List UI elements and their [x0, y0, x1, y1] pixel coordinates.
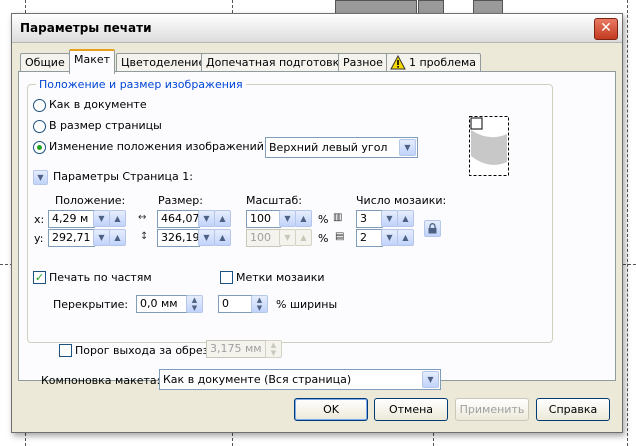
horizontal-scale-icon: ▥ — [333, 212, 343, 223]
layout-select-value: Как в документе (Вся страница) — [163, 373, 352, 386]
bleed-spinner[interactable]: ▲ ▼ — [265, 340, 282, 358]
spin-up-button[interactable]: ▲ — [295, 229, 312, 246]
close-icon: ✕ — [600, 20, 612, 36]
height-icon: ↕ — [140, 231, 149, 242]
radio-fit-page-label: В размер страницы — [49, 119, 162, 132]
overlap-spinner[interactable]: ▲ ▼ — [186, 295, 203, 313]
percent-label: % — [318, 213, 329, 226]
spin-up-button[interactable]: ▲ — [109, 210, 126, 227]
close-button[interactable]: ✕ — [594, 18, 618, 40]
overlap-label: Перекрытие: — [53, 298, 129, 311]
expand-toggle[interactable]: ▼ — [33, 170, 48, 185]
reposition-select[interactable]: Верхний левый угол ▼ — [265, 137, 418, 158]
position-x-input[interactable]: 4,29 м — [48, 210, 95, 228]
tile-marks-checkbox[interactable] — [220, 271, 233, 284]
spin-down-button[interactable]: ▼ — [93, 229, 110, 246]
height-input[interactable]: 326,19 — [157, 229, 200, 247]
spin-down-button[interactable]: ▼ — [381, 229, 398, 246]
overlap-input[interactable]: 0,0 мм — [136, 295, 188, 313]
print-options-dialog: Параметры печати ✕ Общие Макет Цветоделе… — [11, 13, 623, 433]
lock-icon — [428, 223, 437, 234]
tile-marks-label: Метки мозаики — [236, 271, 325, 284]
width-input[interactable]: 464,07 — [157, 210, 200, 228]
radio-fit-page[interactable] — [33, 120, 46, 133]
group-title: Положение и размер изображения — [36, 78, 246, 91]
cancel-button[interactable]: Отмена — [374, 398, 448, 421]
col-tiles-label: Число мозаики: — [356, 194, 447, 207]
tab-prepress[interactable]: Допечатная подготовка — [201, 53, 352, 72]
vertical-scale-icon: ▤ — [335, 231, 345, 242]
dialog-title: Параметры печати — [20, 21, 152, 35]
spin-up-button[interactable]: ▲ — [397, 210, 414, 227]
layout-select[interactable]: Как в документе (Вся страница) ▼ — [159, 369, 441, 390]
spin-up-button[interactable]: ▲ — [214, 210, 231, 227]
tab-general[interactable]: Общие — [20, 53, 70, 72]
warning-icon — [390, 55, 406, 70]
spin-up-button[interactable]: ▲ — [214, 229, 231, 246]
radio-as-document-label: Как в документе — [49, 98, 147, 111]
page-params-label: Параметры Страница 1: — [53, 170, 193, 183]
spin-down-button[interactable]: ▼ — [381, 210, 398, 227]
col-size-label: Размер: — [158, 194, 203, 207]
tab-issues[interactable]: 1 проблема — [386, 53, 482, 72]
bleed-checkbox[interactable] — [59, 344, 72, 357]
chevron-down-icon[interactable]: ▼ — [399, 139, 416, 156]
radio-reposition[interactable] — [33, 141, 46, 154]
tab-issues-label: 1 проблема — [409, 56, 477, 69]
layout-label: Компоновка макета: — [41, 374, 161, 387]
x-label: x: — [34, 213, 45, 226]
spin-down-button[interactable]: ▼ — [93, 210, 110, 227]
spin-up-button[interactable]: ▲ — [397, 229, 414, 246]
spin-up-button[interactable]: ▲ — [109, 229, 126, 246]
scale-y-input[interactable]: 100 — [246, 229, 281, 247]
spin-down-button[interactable]: ▼ — [279, 229, 296, 246]
col-scale-label: Масштаб: — [246, 194, 302, 207]
width-icon: ↔ — [138, 212, 147, 223]
spin-down-button[interactable]: ▼ — [198, 210, 215, 227]
print-tiles-checkbox[interactable]: ✓ — [33, 271, 46, 284]
y-label: y: — [34, 232, 44, 245]
title-bar[interactable]: Параметры печати ✕ — [12, 14, 622, 43]
bleed-label: Порог выхода за обрез: — [75, 344, 213, 357]
percent-label: % — [318, 232, 329, 245]
reposition-select-value: Верхний левый угол — [269, 141, 388, 154]
page-preview — [469, 116, 509, 176]
guide-line — [627, 0, 628, 446]
tab-misc[interactable]: Разное — [338, 53, 388, 72]
spin-down-button[interactable]: ▼ — [279, 210, 296, 227]
layout-tab-panel: Положение и размер изображения Как в док… — [18, 71, 616, 390]
spin-down-button[interactable]: ▼ — [198, 229, 215, 246]
tiles-x-input[interactable]: 3 — [356, 210, 383, 228]
print-tiles-label: Печать по частям — [49, 271, 152, 284]
spin-up-button[interactable]: ▲ — [295, 210, 312, 227]
position-y-input[interactable]: 292,71 — [48, 229, 95, 247]
ok-button[interactable]: OK — [294, 398, 368, 421]
width-percent-label: % ширины — [276, 298, 338, 311]
overlap-width-spinner[interactable]: ▲ ▼ — [251, 295, 268, 313]
apply-button[interactable]: Применить — [455, 398, 529, 421]
bleed-input[interactable]: 3,175 мм — [206, 340, 266, 358]
scale-x-input[interactable]: 100 — [246, 210, 281, 228]
lock-ratio-button[interactable] — [424, 220, 441, 237]
chevron-down-icon[interactable]: ▼ — [422, 371, 439, 388]
help-button[interactable]: Справка — [536, 398, 610, 421]
col-position-label: Положение: — [55, 194, 126, 207]
radio-reposition-label: Изменение положения изображений на: — [49, 140, 286, 153]
chevron-down-icon: ▼ — [37, 173, 44, 182]
overlap-width-input[interactable]: 0 — [218, 295, 253, 313]
tiles-y-input[interactable]: 2 — [356, 229, 383, 247]
tab-separations[interactable]: Цветоделение — [116, 53, 211, 72]
page-preview-icon — [469, 116, 509, 176]
tab-layout[interactable]: Макет — [69, 49, 116, 74]
radio-as-document[interactable] — [33, 99, 46, 112]
